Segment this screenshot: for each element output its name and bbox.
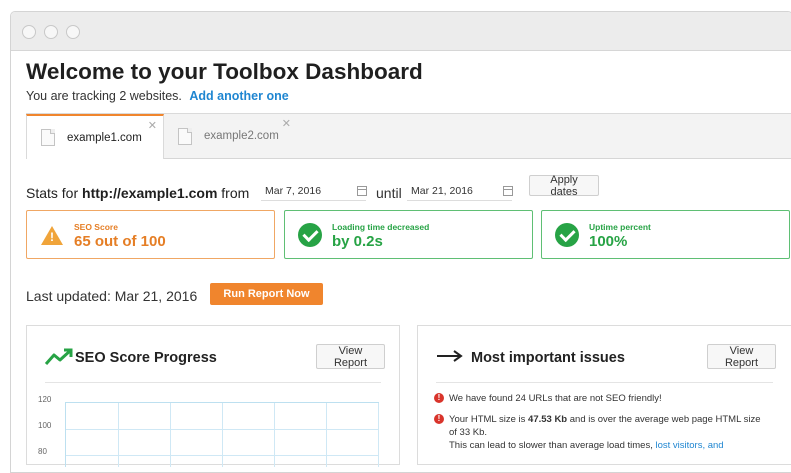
view-report-button[interactable]: View Report: [707, 344, 776, 369]
seo-score-card: ! SEO Score 65 out of 100: [26, 210, 275, 259]
trend-up-icon: [44, 348, 73, 365]
card-label: SEO Score: [74, 222, 118, 232]
view-report-button[interactable]: View Report: [316, 344, 385, 369]
window-titlebar: [11, 12, 791, 51]
tab-label: example1.com: [67, 131, 142, 144]
issues-panel: Most important issues View Report ! We h…: [417, 325, 791, 465]
tab-example2[interactable]: example2.com ✕: [164, 114, 297, 158]
card-label: Loading time decreased: [332, 222, 430, 232]
from-date-input[interactable]: [261, 181, 366, 201]
window-close-light[interactable]: [22, 25, 36, 39]
add-website-link[interactable]: Add another one: [189, 89, 288, 103]
run-report-button[interactable]: Run Report Now: [210, 283, 323, 305]
dashboard-content: Welcome to your Toolbox Dashboard You ar…: [11, 51, 791, 472]
last-updated-text: Last updated: Mar 21, 2016: [26, 288, 198, 304]
lost-visitors-link[interactable]: lost visitors, and: [655, 440, 723, 451]
calendar-icon[interactable]: [357, 186, 367, 196]
card-value: 65 out of 100: [74, 233, 166, 250]
tab-label: example2.com: [204, 130, 279, 142]
tracking-text: You are tracking 2 websites.: [26, 89, 182, 103]
y-tick-label: 120: [38, 395, 52, 404]
seo-progress-panel: SEO Score Progress View Report 120 100 8…: [26, 325, 400, 467]
stats-from-label: from: [221, 185, 250, 201]
document-icon: [178, 127, 192, 145]
loading-time-card: Loading time decreased by 0.2s: [284, 210, 533, 259]
card-value: by 0.2s: [332, 233, 383, 250]
alert-icon: !: [434, 393, 444, 403]
window-minimize-light[interactable]: [44, 25, 58, 39]
window-zoom-light[interactable]: [66, 25, 80, 39]
stats-prefix: Stats for: [26, 185, 79, 201]
panel-title: Most important issues: [471, 350, 625, 366]
issue-item: ! We have found 24 URLs that are not SEO…: [434, 392, 769, 405]
panel-title: SEO Score Progress: [75, 350, 217, 366]
progress-chart-grid: [65, 402, 379, 467]
uptime-card: Uptime percent 100%: [541, 210, 790, 259]
arrow-right-icon: [437, 350, 463, 362]
until-date-input[interactable]: [407, 181, 512, 201]
stats-line: Stats for http://example1.com from: [26, 185, 249, 201]
calendar-icon[interactable]: [503, 186, 513, 196]
issue-text: We have found 24 URLs that are not SEO f…: [449, 393, 662, 404]
tab-example1[interactable]: example1.com ✕: [26, 114, 164, 159]
document-icon: [41, 129, 55, 146]
browser-window: Welcome to your Toolbox Dashboard You ar…: [10, 11, 791, 473]
y-tick-label: 100: [38, 421, 52, 430]
card-label: Uptime percent: [589, 222, 651, 232]
close-icon[interactable]: ✕: [282, 117, 291, 130]
alert-icon: !: [434, 414, 444, 424]
site-tabs: example1.com ✕ example2.com ✕: [26, 113, 791, 159]
stats-site: http://example1.com: [82, 185, 218, 201]
tracking-summary: You are tracking 2 websites. Add another…: [26, 89, 289, 103]
until-label: until: [376, 185, 402, 201]
card-value: 100%: [589, 233, 628, 250]
issue-item: ! Your HTML size is 47.53 Kb and is over…: [434, 413, 769, 452]
page-title: Welcome to your Toolbox Dashboard: [26, 59, 423, 84]
check-circle-icon: [555, 223, 579, 247]
check-circle-icon: [298, 223, 322, 247]
apply-dates-button[interactable]: Apply dates: [529, 174, 599, 198]
close-icon[interactable]: ✕: [148, 119, 157, 132]
y-tick-label: 80: [38, 447, 47, 456]
issue-text: Your HTML size is 47.53 Kb and is over t…: [449, 414, 761, 451]
